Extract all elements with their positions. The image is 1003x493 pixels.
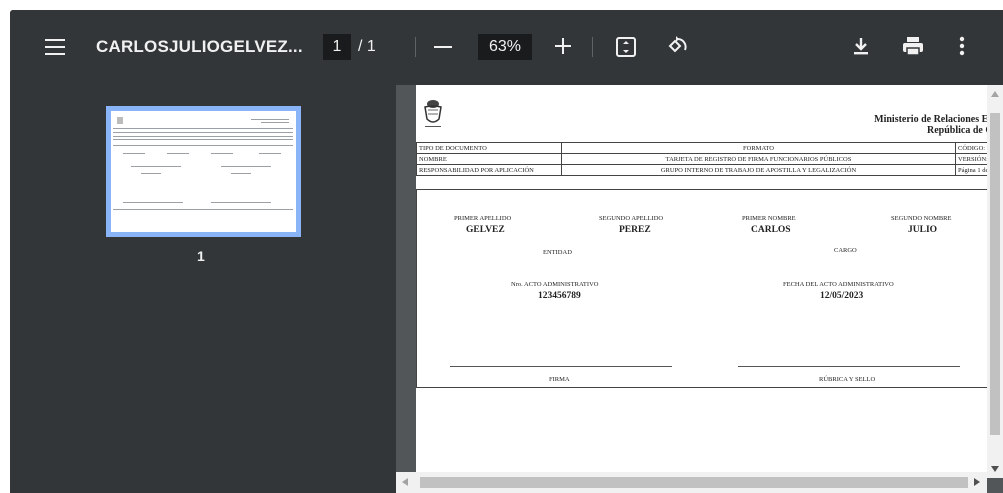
thumbnail-preview — [111, 111, 296, 232]
ministry-heading: Ministerio de Relaciones Exteriore Repúb… — [874, 114, 1003, 136]
country-name: República de Colombi — [926, 125, 1003, 136]
acto-administrativo-value: 123456789 — [538, 291, 581, 301]
primer-apellido-label: PRIMER APELLIDO — [454, 215, 512, 222]
segundo-nombre-value: JULIO — [908, 225, 938, 235]
vertical-scroll-thumb[interactable] — [990, 113, 1000, 435]
print-icon[interactable] — [901, 35, 925, 57]
entidad-label: ENTIDAD — [543, 249, 572, 256]
zoom-input[interactable] — [478, 34, 532, 60]
header-value: GRUPO INTERNO DE TRABAJO DE APOSTILLA Y … — [561, 164, 956, 176]
more-options-icon[interactable] — [957, 35, 967, 57]
toolbar-divider — [415, 37, 416, 57]
table-row: TIPO DE DOCUMENTO FORMATO CÓDIGO: SC-FO-… — [416, 142, 1003, 154]
vertical-scrollbar[interactable] — [987, 85, 1003, 478]
thumbnail-page-number: 1 — [197, 248, 205, 264]
page-total: / 1 — [358, 38, 376, 55]
horizontal-scrollbar[interactable] — [396, 472, 987, 493]
scroll-right-icon[interactable] — [974, 478, 980, 486]
acto-administrativo-label: Nro. ACTO ADMINISTRATIVO — [511, 281, 599, 288]
fecha-acto-value: 12/05/2023 — [820, 291, 864, 301]
header-value: TARJETA DE REGISTRO DE FIRMA FUNCIONARIO… — [561, 153, 956, 165]
thumbnail-sidebar: 1 — [10, 85, 396, 493]
toolbar-divider — [592, 37, 593, 57]
segundo-nombre-label: SEGUNDO NOMBRE — [891, 215, 952, 222]
scroll-left-icon[interactable] — [402, 478, 408, 486]
document-header-table: TIPO DE DOCUMENTO FORMATO CÓDIGO: SC-FO-… — [416, 142, 1003, 176]
cargo-label: CARGO — [834, 247, 857, 254]
menu-icon[interactable] — [43, 37, 67, 57]
page-number-input[interactable] — [323, 34, 351, 60]
firma-label: FIRMA — [549, 376, 570, 383]
rubrica-line — [738, 366, 960, 367]
fecha-acto-label: FECHA DEL ACTO ADMINISTRATIVO — [783, 281, 894, 288]
table-row: NOMBRE TARJETA DE REGISTRO DE FIRMA FUNC… — [416, 153, 1003, 165]
document-viewer[interactable]: Ministerio de Relaciones Exteriore Repúb… — [396, 85, 1003, 493]
segundo-apellido-label: SEGUNDO APELLIDO — [599, 215, 664, 222]
rubrica-label: RÚBRICA Y SELLO — [819, 376, 876, 383]
table-row: RESPONSABILIDAD POR APLICACIÓN GRUPO INT… — [416, 164, 1003, 176]
horizontal-scroll-thumb[interactable] — [420, 477, 968, 488]
pdf-viewer: CARLOSJULIOGELVEZ... / 1 — [10, 10, 1003, 493]
zoom-out-icon[interactable] — [434, 46, 452, 48]
firma-line — [450, 366, 672, 367]
scroll-up-icon[interactable] — [991, 91, 999, 97]
header-label: TIPO DE DOCUMENTO — [416, 142, 562, 154]
scroll-down-icon[interactable] — [991, 466, 999, 472]
primer-nombre-label: PRIMER NOMBRE — [742, 215, 796, 222]
header-value: FORMATO — [561, 142, 956, 154]
fit-page-icon[interactable] — [615, 36, 637, 58]
zoom-in-icon[interactable] — [553, 36, 573, 56]
coat-of-arms-logo — [424, 100, 442, 127]
segundo-apellido-value: PEREZ — [619, 225, 651, 235]
download-icon[interactable] — [850, 35, 872, 57]
page-thumbnail[interactable] — [106, 106, 301, 237]
ministry-name: Ministerio de Relaciones Exteriore — [874, 114, 1003, 125]
header-label: RESPONSABILIDAD POR APLICACIÓN — [416, 164, 562, 176]
header-label: NOMBRE — [416, 153, 562, 165]
rotate-icon[interactable] — [666, 35, 690, 59]
document-title: CARLOSJULIOGELVEZ... — [96, 37, 303, 56]
primer-nombre-value: CARLOS — [751, 225, 791, 235]
document-page: Ministerio de Relaciones Exteriore Repúb… — [416, 85, 1003, 478]
toolbar: CARLOSJULIOGELVEZ... / 1 — [10, 10, 1003, 85]
primer-apellido-value: GELVEZ — [466, 225, 505, 235]
